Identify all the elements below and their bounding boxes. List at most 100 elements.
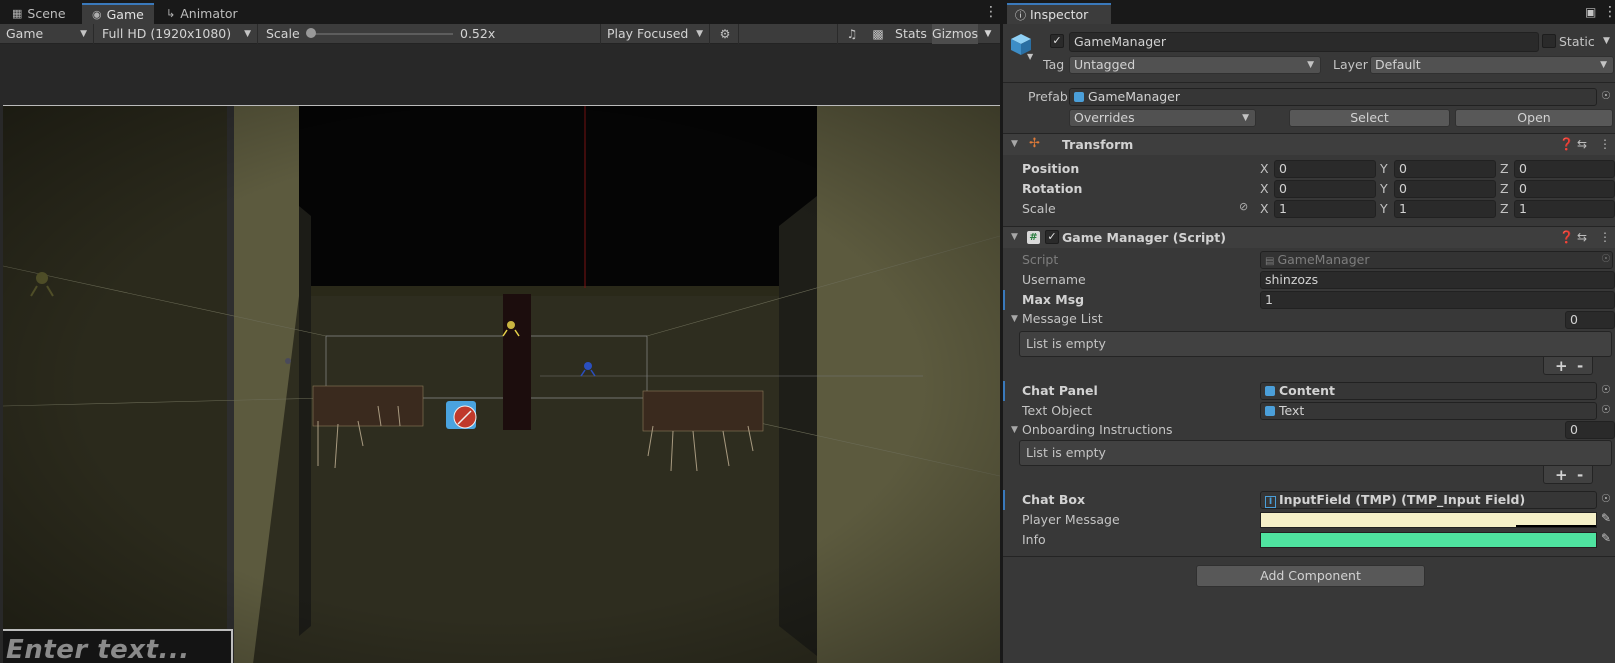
- chevron-down-icon: ▼: [1242, 113, 1249, 123]
- alpha-bar: [1516, 525, 1596, 527]
- list-plus-minus-box: [1543, 357, 1593, 375]
- speaker-icon[interactable]: ♫: [844, 26, 860, 42]
- prefab-icon: [1074, 92, 1084, 102]
- list-remove-button[interactable]: -: [1577, 358, 1583, 374]
- scale-label: Scale: [266, 26, 300, 41]
- target-icon[interactable]: ☉: [1601, 403, 1611, 416]
- maxmsg-label: Max Msg: [1022, 292, 1085, 307]
- game-toolbar: Game ▼ Full HD (1920x1080) ▼ Scale 0.52x…: [0, 24, 1000, 44]
- inspector-menu-icon[interactable]: ⋮: [1603, 5, 1615, 19]
- object-name-field[interactable]: GameManager: [1069, 32, 1539, 52]
- component-enabled-checkbox[interactable]: ✓: [1045, 230, 1059, 244]
- tab-animator[interactable]: ↳ Animator: [156, 3, 248, 24]
- target-icon[interactable]: ☉: [1601, 492, 1611, 505]
- keyboard-icon[interactable]: ▩: [870, 26, 886, 42]
- foldout-arrow-icon[interactable]: ▼: [1011, 425, 1018, 435]
- scale-slider[interactable]: [307, 33, 453, 35]
- stats-button[interactable]: Stats: [892, 24, 930, 44]
- presets-icon[interactable]: ⇆: [1577, 137, 1587, 151]
- message-list-label: Message List: [1022, 311, 1103, 326]
- help-icon[interactable]: ❓: [1559, 230, 1574, 244]
- select-button[interactable]: Select: [1289, 109, 1450, 127]
- rotation-x-field[interactable]: 0: [1274, 180, 1376, 198]
- layer-dropdown[interactable]: Default ▼: [1370, 56, 1614, 74]
- rotation-y-field[interactable]: 0: [1394, 180, 1496, 198]
- component-menu-icon[interactable]: ⋮: [1599, 137, 1611, 151]
- target-icon[interactable]: ☉: [1601, 89, 1611, 102]
- lock-icon[interactable]: ▣: [1585, 5, 1596, 19]
- position-x-field[interactable]: 0: [1274, 160, 1376, 178]
- static-checkbox[interactable]: [1542, 34, 1556, 48]
- chevron-down-icon: ▼: [696, 29, 703, 39]
- eyedropper-icon[interactable]: ✎: [1601, 531, 1611, 545]
- scale-value: 0.52x: [460, 26, 496, 41]
- player-message-color-field[interactable]: [1260, 512, 1597, 528]
- maxmsg-field[interactable]: 1: [1260, 291, 1615, 309]
- transform-icon: ✢: [1029, 136, 1040, 151]
- scale-z-field[interactable]: 1: [1514, 200, 1615, 218]
- gizmos-dropdown-icon[interactable]: ▼: [980, 24, 996, 44]
- prefab-field[interactable]: GameManager: [1069, 88, 1597, 106]
- chat-panel-field[interactable]: Content: [1260, 382, 1597, 400]
- axis-z-label: Z: [1500, 181, 1509, 196]
- game-view[interactable]: Enter text...: [3, 105, 1000, 663]
- display-dropdown[interactable]: Game ▼: [0, 24, 94, 44]
- tab-game[interactable]: ◉ Game: [82, 3, 154, 24]
- icon-dropdown-icon[interactable]: ▼: [1027, 52, 1033, 61]
- help-icon[interactable]: ❓: [1559, 137, 1574, 151]
- list-add-button[interactable]: +: [1555, 467, 1568, 483]
- gizmos-button[interactable]: Gizmos: [932, 24, 978, 44]
- script-file-icon: ▤: [1265, 256, 1275, 267]
- add-component-button[interactable]: Add Component: [1196, 565, 1425, 587]
- message-list-count[interactable]: 0: [1565, 311, 1615, 329]
- divider: [1003, 556, 1615, 557]
- chat-box-field[interactable]: I InputField (TMP) (TMP_Input Field): [1260, 491, 1597, 509]
- game-scene-render: [3, 106, 1000, 663]
- text-object-field[interactable]: Text: [1260, 402, 1597, 420]
- axis-y-label: Y: [1380, 181, 1388, 196]
- static-dropdown-icon[interactable]: ▼: [1603, 36, 1610, 46]
- foldout-arrow-icon[interactable]: ▼: [1011, 139, 1018, 149]
- presets-icon[interactable]: ⇆: [1577, 230, 1587, 244]
- axis-z-label: Z: [1500, 161, 1509, 176]
- scale-label: Scale: [1022, 201, 1056, 216]
- list-plus-minus-box: [1543, 466, 1593, 484]
- onboarding-count[interactable]: 0: [1565, 421, 1615, 439]
- transform-header[interactable]: ▼ ✢ Transform ❓ ⇆ ⋮: [1003, 133, 1615, 155]
- chat-input-field[interactable]: Enter text...: [3, 629, 233, 663]
- layer-label: Layer: [1333, 57, 1368, 72]
- list-remove-button[interactable]: -: [1577, 467, 1583, 483]
- script-label: Script: [1022, 252, 1059, 267]
- bug-icon[interactable]: ⚙: [717, 26, 733, 42]
- rotation-z-field[interactable]: 0: [1514, 180, 1615, 198]
- gameobject-icon: [1265, 406, 1275, 416]
- axis-y-label: Y: [1380, 161, 1388, 176]
- scale-x-field[interactable]: 1: [1274, 200, 1376, 218]
- constrain-proportions-icon[interactable]: ⊘: [1239, 200, 1248, 213]
- chat-input-placeholder: Enter text...: [6, 635, 190, 663]
- active-checkbox[interactable]: ✓: [1050, 34, 1064, 48]
- foldout-arrow-icon[interactable]: ▼: [1011, 232, 1018, 242]
- play-mode-dropdown[interactable]: Play Focused ▼: [600, 24, 710, 44]
- component-menu-icon[interactable]: ⋮: [1599, 230, 1611, 244]
- foldout-arrow-icon[interactable]: ▼: [1011, 314, 1018, 324]
- tab-scene[interactable]: ▦ Scene: [2, 3, 76, 24]
- tab-menu-icon[interactable]: ⋮: [984, 5, 998, 19]
- position-y-field[interactable]: 0: [1394, 160, 1496, 178]
- overrides-dropdown[interactable]: Overrides ▼: [1069, 109, 1256, 127]
- script-component-header[interactable]: ▼ # ✓ Game Manager (Script) ❓ ⇆ ⋮: [1003, 226, 1615, 248]
- position-z-field[interactable]: 0: [1514, 160, 1615, 178]
- eyedropper-icon[interactable]: ✎: [1601, 511, 1611, 525]
- tab-inspector[interactable]: ⓘ Inspector: [1007, 3, 1111, 24]
- target-icon[interactable]: ☉: [1601, 383, 1611, 396]
- scale-y-field[interactable]: 1: [1394, 200, 1496, 218]
- chevron-down-icon: ▼: [1600, 60, 1607, 70]
- username-field[interactable]: shinzozs: [1260, 271, 1615, 289]
- axis-x-label: X: [1260, 181, 1269, 196]
- resolution-dropdown[interactable]: Full HD (1920x1080) ▼: [96, 24, 258, 44]
- open-button[interactable]: Open: [1455, 109, 1613, 127]
- tag-dropdown[interactable]: Untagged ▼: [1069, 56, 1321, 74]
- info-color-field[interactable]: [1260, 532, 1597, 548]
- scale-slider-thumb[interactable]: [305, 28, 316, 38]
- list-add-button[interactable]: +: [1555, 358, 1568, 374]
